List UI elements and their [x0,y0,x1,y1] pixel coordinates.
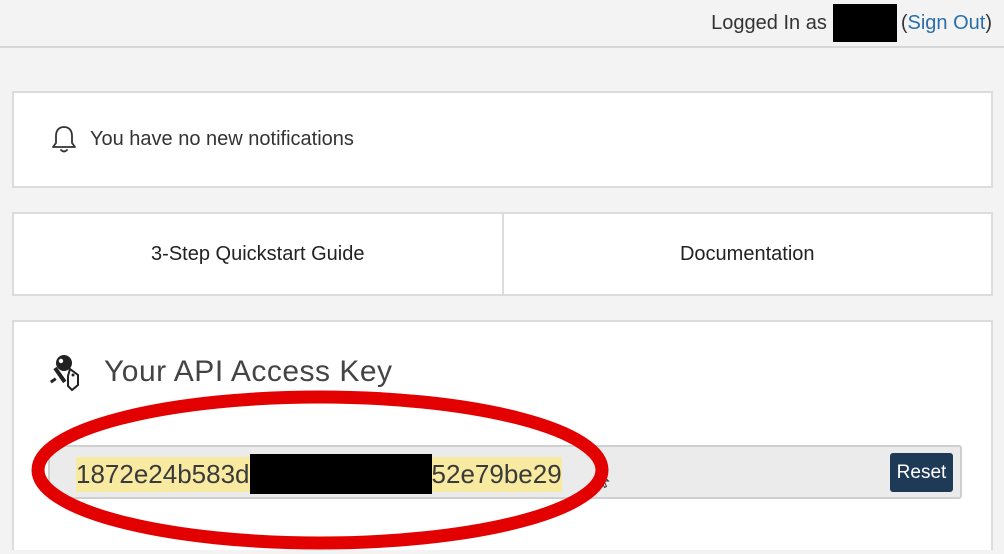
username-redacted [832,4,897,42]
open-paren: ( [900,11,908,34]
close-paren: ) [985,11,992,34]
mouse-cursor-icon [598,471,610,489]
page: Logged In as ( Sign Out ) You have no ne… [0,0,1004,554]
api-key-prefix: 1872e24b583d [76,456,250,492]
reset-key-button[interactable]: Reset [890,453,953,492]
notifications-card: You have no new notifications [12,91,993,188]
notifications-row: You have no new notifications [50,124,354,154]
sign-out-link[interactable]: Sign Out [908,12,986,35]
quick-links-card: 3-Step Quickstart Guide Documentation [12,212,993,296]
api-key-title: Your API Access Key [104,355,393,388]
api-key-card: Your API Access Key 1872e24b583d 52e79be… [12,320,993,550]
login-status: Logged In as ( Sign Out ) [711,4,992,42]
top-bar: Logged In as ( Sign Out ) [0,0,1004,48]
quickstart-guide-link[interactable]: 3-Step Quickstart Guide [14,214,502,294]
notifications-message: You have no new notifications [90,127,354,150]
bell-icon [52,126,76,153]
api-key-heading: Your API Access Key [48,352,393,392]
api-key-value[interactable]: 1872e24b583d 52e79be29 [76,454,562,494]
key-icon [49,355,79,392]
api-key-field[interactable]: 1872e24b583d 52e79be29 Reset [48,445,962,499]
api-key-suffix: 52e79be29 [431,456,562,492]
documentation-link[interactable]: Documentation [501,214,992,294]
logged-in-label: Logged In as [711,11,827,34]
api-key-redacted [249,454,432,494]
